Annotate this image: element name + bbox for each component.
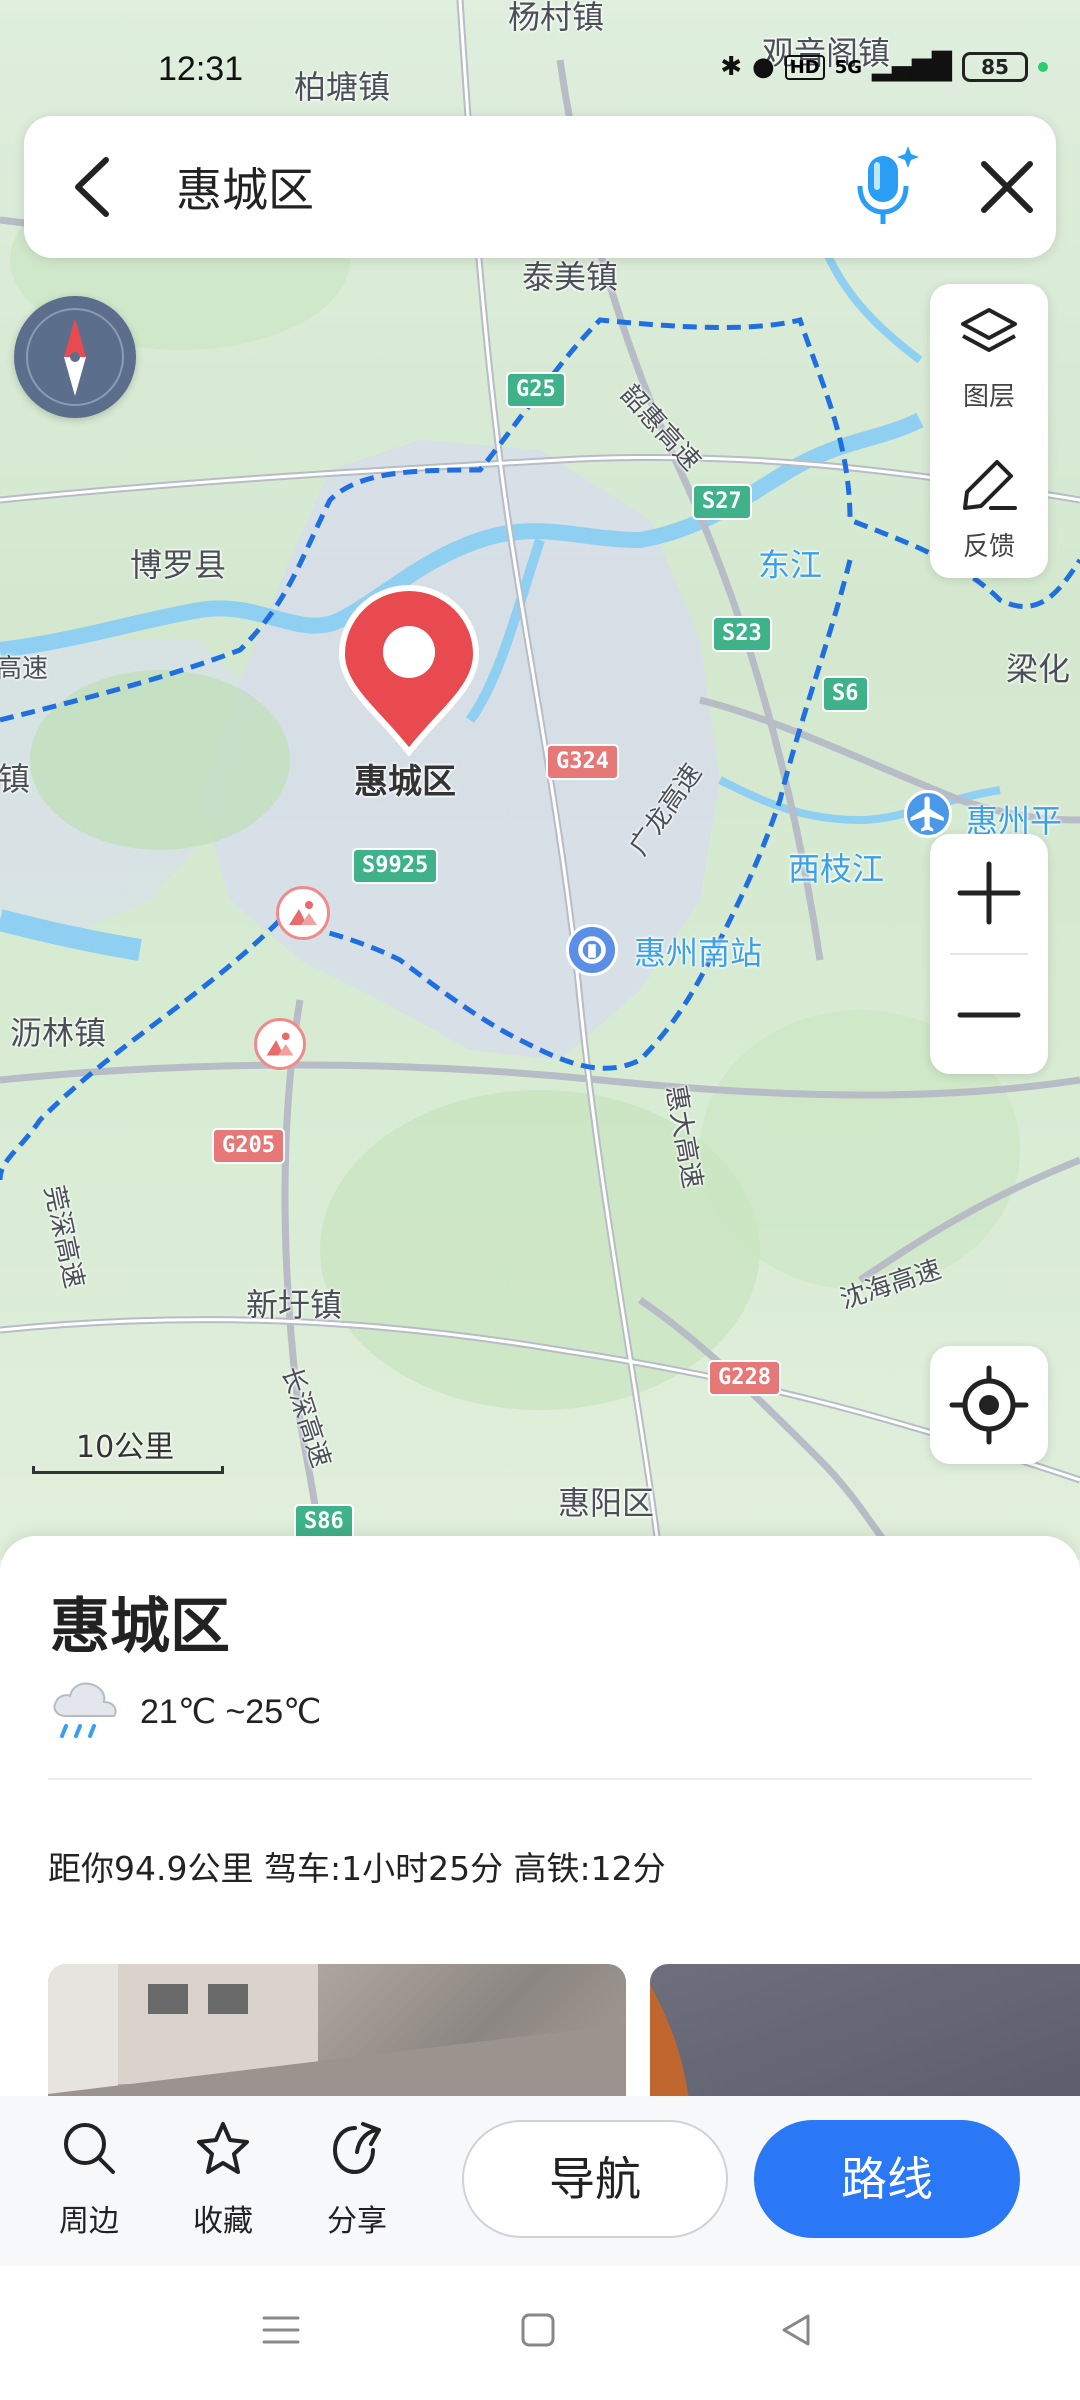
- scale-label: 10公里: [76, 1430, 175, 1465]
- status-icons: ✱ ● HD 5G ▂▄▆█ 85: [720, 52, 1048, 82]
- network-type: 5G: [834, 56, 863, 78]
- close-icon: [981, 161, 1033, 213]
- search-bar: 惠城区: [24, 116, 1056, 258]
- close-button[interactable]: [972, 152, 1042, 222]
- search-icon: [64, 2123, 115, 2174]
- map-scale: 10公里: [32, 1422, 232, 1474]
- scale-bar: [32, 1466, 224, 1474]
- zoom-out-button[interactable]: [930, 956, 1048, 1074]
- feedback-button[interactable]: 反馈: [930, 434, 1048, 574]
- road-badge-g228: G228: [708, 1360, 781, 1396]
- road-badge-g205: G205: [212, 1128, 285, 1164]
- rain-cloud-icon: [48, 1676, 122, 1746]
- road-badge-s23: S23: [712, 616, 772, 652]
- favorite-button[interactable]: 收藏: [168, 2096, 278, 2266]
- road-badge-s27: S27: [692, 484, 752, 520]
- map-tools-panel: 图层 反馈: [930, 284, 1048, 578]
- bluetooth-icon: ✱: [720, 52, 742, 82]
- location-pin-icon[interactable]: [336, 584, 482, 757]
- privacy-dot-icon: [1038, 62, 1048, 72]
- map-label-huicheng: 惠城区: [354, 762, 456, 802]
- map-label-yangcun: 杨村镇: [508, 0, 605, 36]
- road-badge-s9925: S9925: [352, 848, 439, 884]
- layers-icon: [961, 308, 1017, 352]
- share-button[interactable]: 分享: [302, 2096, 412, 2266]
- map-label-boluo: 博罗县: [130, 546, 227, 584]
- microphone-icon: [857, 146, 919, 224]
- minus-icon: [957, 1012, 1021, 1018]
- compass-button[interactable]: [14, 296, 136, 418]
- road-badge-g324: G324: [546, 744, 619, 780]
- place-title: 惠城区: [50, 1592, 230, 1662]
- feedback-label: 反馈: [962, 532, 1015, 562]
- compass-icon: [26, 308, 124, 406]
- system-navigation-bar: [0, 2266, 1080, 2400]
- signal-icon: ▂▄▆█: [872, 52, 952, 82]
- nearby-button[interactable]: 周边: [34, 2096, 144, 2266]
- weather-temperature: 21℃ ~25℃: [140, 1693, 322, 1731]
- plus-icon: [957, 861, 1021, 925]
- divider: [48, 1778, 1032, 1780]
- voice-search-button[interactable]: [844, 144, 924, 230]
- road-badge-s86: S86: [294, 1504, 354, 1540]
- map-label-xizhijiang: 西枝江: [788, 850, 885, 888]
- hd-icon: HD: [784, 54, 825, 80]
- navigate-button[interactable]: 导航: [462, 2120, 728, 2238]
- zoom-controls: [930, 834, 1048, 1074]
- battery-icon: 85: [962, 52, 1028, 82]
- map-label-huiyang: 惠阳区: [558, 1484, 655, 1522]
- star-icon: [197, 2122, 249, 2174]
- map-label-huizhou-south: 惠州南站: [634, 934, 763, 972]
- back-button[interactable]: [64, 152, 124, 222]
- map-label-zhen-left: 镇: [0, 760, 31, 798]
- chevron-left-icon: [75, 157, 109, 217]
- status-time: 12:31: [158, 50, 244, 88]
- layers-button[interactable]: 图层: [930, 284, 1048, 424]
- location-status-icon: ●: [752, 52, 775, 82]
- favorite-label: 收藏: [193, 2204, 253, 2239]
- map-view[interactable]: 杨村镇 柏塘镇 观音阁镇 泰美镇 博罗县 梁化 镇 高速 惠城区 东江 西枝江 …: [0, 0, 1080, 1560]
- home-icon[interactable]: [518, 2310, 558, 2350]
- back-triangle-icon[interactable]: [776, 2310, 816, 2350]
- action-bar: 周边 收藏 分享 导航 路线: [0, 2096, 1080, 2266]
- route-button[interactable]: 路线: [754, 2120, 1020, 2238]
- road-badge-g25: G25: [506, 372, 566, 408]
- train-station-icon[interactable]: [566, 924, 618, 976]
- construction-icon[interactable]: [276, 886, 330, 940]
- nearby-label: 周边: [59, 2204, 119, 2239]
- menu-icon[interactable]: [260, 2310, 302, 2350]
- zoom-divider: [950, 953, 1028, 955]
- distance-info: 距你94.9公里 驾车:1小时25分 高铁:12分: [48, 1849, 666, 1888]
- map-label-dongjiang: 东江: [758, 546, 823, 584]
- construction-icon[interactable]: [254, 1018, 306, 1070]
- map-label-lilin: 沥林镇: [10, 1014, 107, 1052]
- map-label-taimei: 泰美镇: [522, 258, 619, 296]
- airport-icon[interactable]: [904, 790, 952, 838]
- my-location-button[interactable]: [930, 1346, 1048, 1464]
- zoom-in-button[interactable]: [930, 834, 1048, 952]
- map-label-lianghua: 梁化: [1006, 650, 1071, 688]
- share-label: 分享: [327, 2204, 387, 2239]
- map-label-gaosu-left: 高速: [0, 654, 49, 684]
- share-icon: [332, 2122, 381, 2175]
- search-input[interactable]: 惠城区: [176, 154, 314, 220]
- edit-pen-icon: [963, 460, 1017, 510]
- road-badge-s6: S6: [822, 676, 869, 712]
- map-label-xinxu: 新圩镇: [246, 1286, 343, 1324]
- layers-label: 图层: [962, 382, 1015, 412]
- crosshair-icon: [949, 1365, 1029, 1445]
- status-bar: 12:31 ✱ ● HD 5G ▂▄▆█ 85: [0, 40, 1080, 104]
